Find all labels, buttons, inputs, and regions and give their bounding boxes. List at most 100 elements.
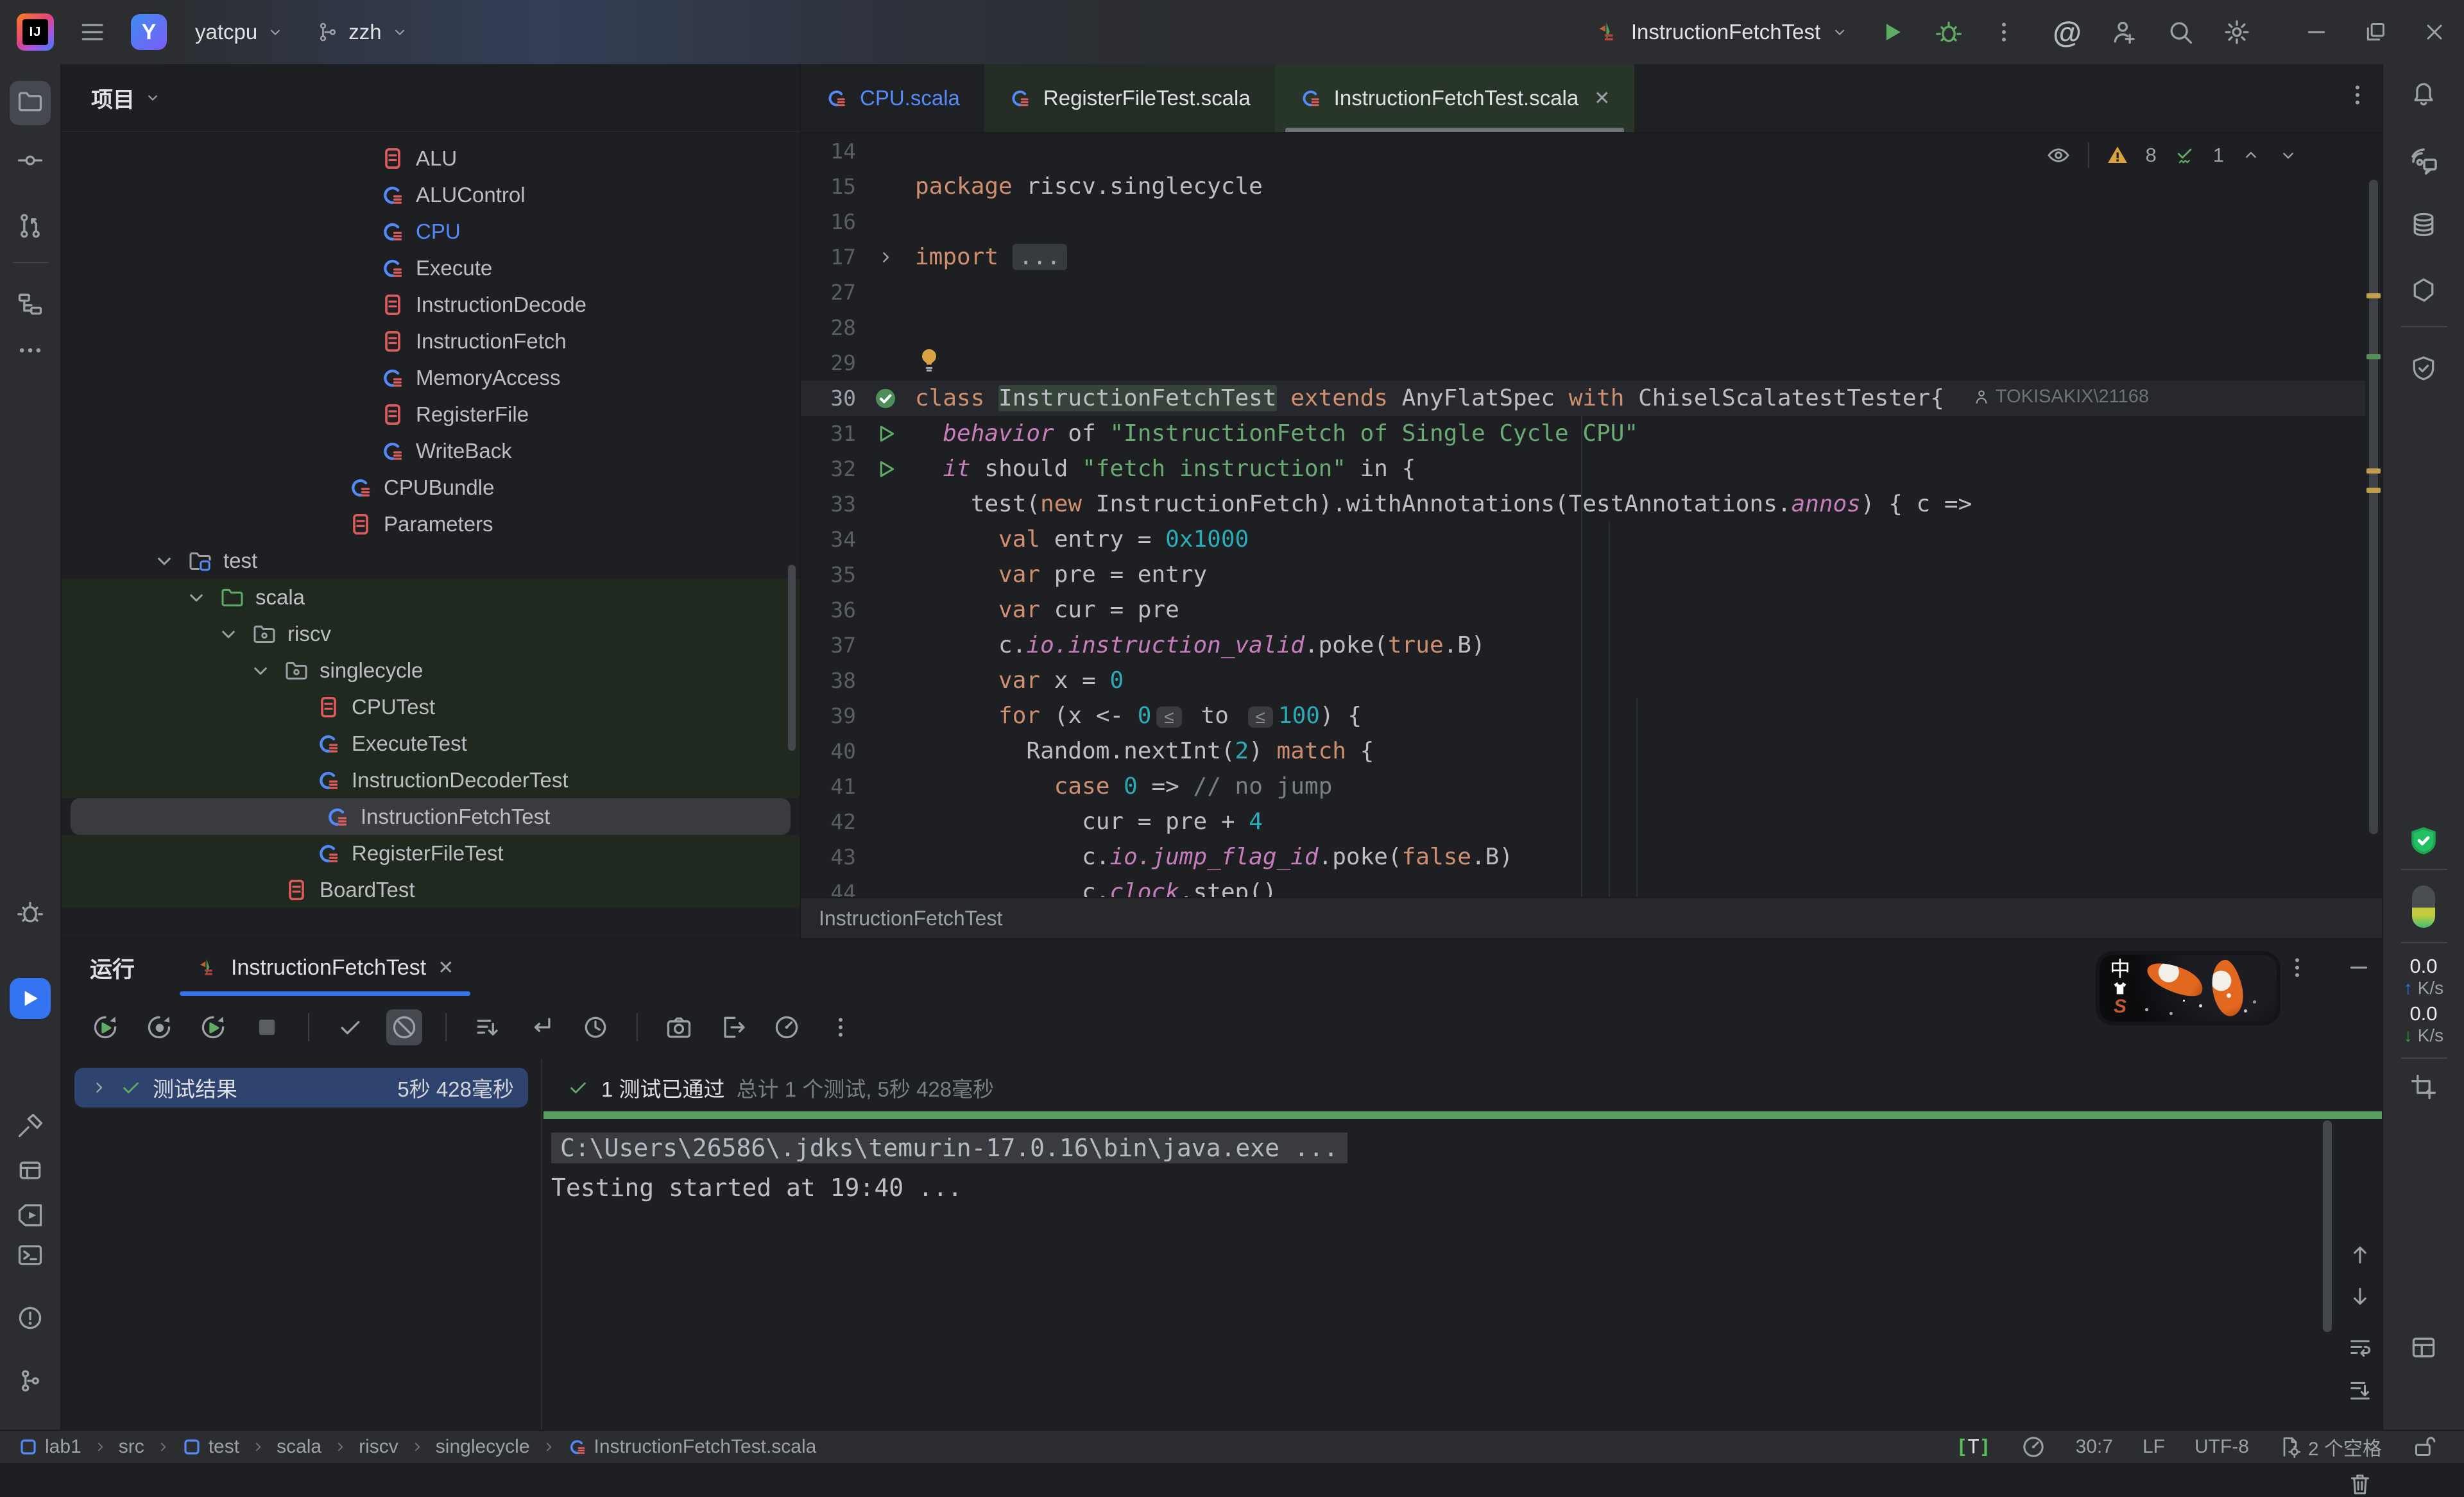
warning-count[interactable]: 8 [2146,144,2157,167]
tree-item-scala[interactable]: scala [62,579,800,615]
tab-cpu-scala[interactable]: CPU.scala [801,64,984,132]
intention-bulb-icon[interactable] [915,346,943,374]
tab-close-icon[interactable]: ✕ [1594,87,1610,110]
tree-expander-icon[interactable] [216,621,241,647]
tree-expander-icon[interactable] [151,548,177,574]
collapse-all-button[interactable] [524,1009,560,1045]
debug-button[interactable] [1935,18,1963,46]
line-number[interactable]: 35 [801,562,856,587]
debug-toolwindow-button[interactable] [16,898,44,927]
ime-mode-indicator[interactable]: 中 [2110,959,2130,979]
line-number[interactable]: 29 [801,350,856,375]
expand-chevron-icon[interactable] [89,1077,109,1098]
tree-item-RegisterFileTest[interactable]: RegisterFileTest [62,835,800,871]
scroll-to-end-icon[interactable] [2347,1378,2373,1403]
breadcrumb-item-singlecycle[interactable]: singlecycle [436,1436,530,1458]
line-number[interactable]: 33 [801,492,856,517]
more-toolwindows-button[interactable] [16,336,44,364]
line-number[interactable]: 40 [801,739,856,764]
tree-item-riscv[interactable]: riscv [62,615,800,652]
search-everywhere-icon[interactable] [2166,18,2194,46]
tree-item-InstructionFetchTest[interactable]: InstructionFetchTest [71,798,791,835]
line-number[interactable]: 37 [801,633,856,658]
build-toolwindow-button[interactable] [16,1111,44,1140]
test-results-row[interactable]: 测试结果 5秒 428毫秒 [74,1068,528,1108]
tree-item-WriteBack[interactable]: WriteBack [62,432,800,469]
breadcrumb-item-InstructionFetchTest.scala[interactable]: InstructionFetchTest.scala [567,1436,817,1458]
soft-wrap-icon[interactable] [2347,1335,2373,1361]
window-restore-button[interactable] [2346,0,2405,64]
line-number[interactable]: 39 [801,703,856,728]
ai-assistant-toolwindow-button[interactable] [2408,146,2439,177]
warning-stripe-mark[interactable] [2366,488,2381,493]
run-tab-instructionfetchtest[interactable]: InstructionFetchTest ✕ [180,939,470,996]
screenshot-crop-icon[interactable] [2409,1073,2438,1101]
run-button[interactable] [1878,18,1906,46]
clear-console-icon[interactable] [2347,1471,2373,1497]
file-lock-icon[interactable] [2411,1434,2437,1460]
line-number[interactable]: 36 [801,597,856,622]
tree-item-Parameters[interactable]: Parameters [62,506,800,542]
line-number[interactable]: 38 [801,668,856,693]
line-number[interactable]: 17 [801,244,856,269]
tree-item-CPUBundle[interactable]: CPUBundle [62,469,800,506]
console-scrollbar[interactable] [2323,1120,2332,1332]
tree-item-singlecycle[interactable]: singlecycle [62,652,800,689]
ok-count[interactable]: 1 [2213,144,2224,167]
protected-status-icon[interactable] [2408,825,2439,856]
tree-item-CPU[interactable]: CPU [62,213,800,250]
tree-item-BoardTest[interactable]: BoardTest [62,871,800,908]
line-number[interactable]: 16 [801,209,856,234]
caret-position[interactable]: 30:7 [2076,1436,2113,1458]
line-number[interactable]: 42 [801,809,856,834]
warning-stripe-mark[interactable] [2366,293,2381,298]
tab-options-icon[interactable] [2345,82,2370,108]
services-toolwindow-button[interactable] [16,1156,44,1185]
breadcrumb-item-scala[interactable]: scala [277,1436,321,1458]
run-configuration[interactable]: InstructionFetchTest [1595,19,1849,45]
line-number[interactable]: 28 [801,315,856,340]
info-stripe-mark[interactable] [2366,354,2381,359]
line-number[interactable]: 32 [801,456,856,481]
tree-item-ALU[interactable]: ALU [62,140,800,176]
stop-button[interactable] [249,1009,285,1045]
inspections-widget[interactable]: 8 1 [2046,142,2299,168]
dependencies-toolwindow-button[interactable] [2409,276,2438,304]
code-with-me-icon[interactable] [2110,18,2138,46]
tab-instructionfetchtest-scala[interactable]: InstructionFetchTest.scala ✕ [1275,64,1635,132]
reader-mode-eye-icon[interactable] [2046,142,2071,168]
show-ignored-button[interactable] [386,1009,422,1045]
project-avatar[interactable]: Y [131,14,167,50]
line-number[interactable]: 43 [801,844,856,869]
branch-switcher[interactable]: zzh [312,19,412,45]
project-toolwindow-button[interactable] [10,81,51,125]
next-problem-icon[interactable] [2278,145,2298,166]
indent-setting[interactable]: 2 个空格 [2279,1433,2382,1461]
database-toolwindow-button[interactable] [2409,210,2438,239]
problems-toolwindow-button[interactable] [16,1304,44,1332]
breadcrumb-item-src[interactable]: src [119,1436,144,1458]
terminal-toolwindow-button[interactable] [16,1241,44,1269]
structure-toolwindow-button[interactable] [16,290,44,318]
tree-item-ExecuteTest[interactable]: ExecuteTest [62,725,800,762]
ai-assistant-icon[interactable]: @ [2053,17,2082,47]
tree-item-ALUControl[interactable]: ALUControl [62,176,800,213]
line-number[interactable]: 15 [801,174,856,199]
rerun-button[interactable] [87,1009,123,1045]
toolbar-more-button[interactable] [823,1009,859,1045]
rerun-failed-button[interactable] [141,1009,177,1045]
breadcrumb-item-lab1[interactable]: lab1 [18,1436,81,1458]
prev-problem-icon[interactable] [2241,145,2261,166]
run-toolwindow-button[interactable] [10,978,51,1019]
line-number[interactable]: 44 [801,880,856,897]
test-history-button[interactable] [578,1009,613,1045]
settings-gear-icon[interactable] [2223,18,2251,46]
run-tab-close-icon[interactable]: ✕ [438,957,454,979]
tree-item-Execute[interactable]: Execute [62,250,800,286]
window-minimize-button[interactable] [2287,0,2346,64]
pull-requests-toolwindow-button[interactable] [16,212,44,240]
breadcrumb-item-riscv[interactable]: riscv [359,1436,398,1458]
tree-expander-icon[interactable] [248,658,273,683]
breadcrumb-item-test[interactable]: test [182,1436,239,1458]
window-layout-icon[interactable] [2409,1333,2438,1362]
